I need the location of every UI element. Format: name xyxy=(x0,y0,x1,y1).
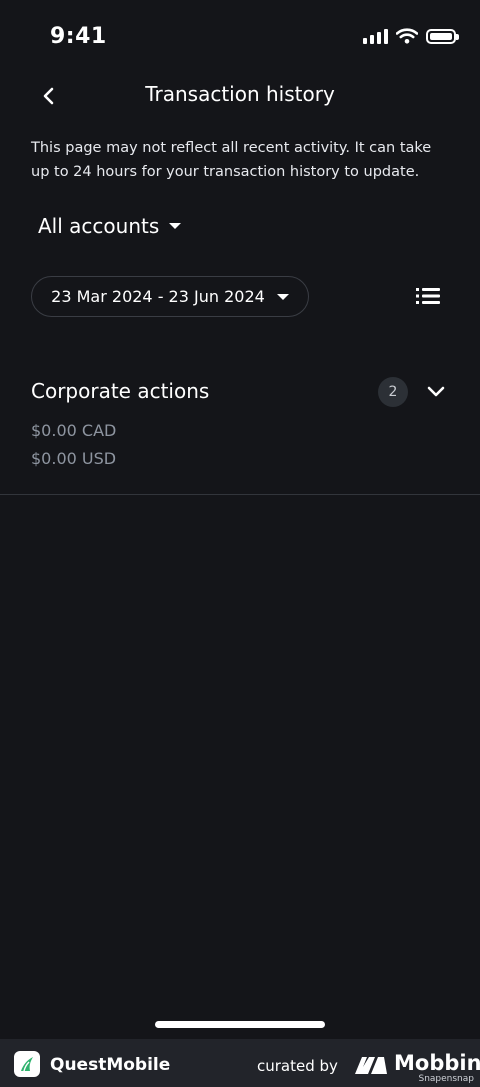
wifi-icon xyxy=(396,28,418,44)
date-range-label: 23 Mar 2024 - 23 Jun 2024 xyxy=(51,287,265,306)
status-time: 9:41 xyxy=(50,24,107,49)
divider xyxy=(0,494,480,495)
count-badge: 2 xyxy=(378,377,408,407)
footer-brand: QuestMobile xyxy=(50,1055,171,1075)
footer-curated: curated by xyxy=(257,1057,338,1075)
status-bar: 9:41 xyxy=(0,0,480,76)
list-icon[interactable] xyxy=(416,286,440,306)
signal-icon xyxy=(363,28,388,44)
chevron-down-icon[interactable] xyxy=(425,381,447,403)
caret-down-icon xyxy=(169,223,182,229)
page-title: Transaction history xyxy=(145,82,335,106)
footer-bar: QuestMobile curated by Mobbin xyxy=(0,1039,480,1087)
home-indicator[interactable] xyxy=(155,1021,325,1028)
status-icons xyxy=(363,28,459,44)
corporate-actions-row[interactable]: Corporate actions 2 xyxy=(31,376,449,408)
section-title: Corporate actions xyxy=(31,379,210,403)
notice-text: This page may not reflect all recent act… xyxy=(31,140,432,180)
caret-down-icon xyxy=(276,293,289,300)
amount-usd: $0.00 USD xyxy=(31,449,117,468)
mobbin-logo-icon xyxy=(355,1057,387,1074)
battery-icon xyxy=(426,28,459,44)
amount-cad: $0.00 CAD xyxy=(31,421,117,440)
watermark: Snapensnap xyxy=(418,1074,474,1084)
questmobile-logo-icon xyxy=(14,1051,40,1077)
nav-header: Transaction history xyxy=(0,76,480,116)
account-dropdown[interactable]: All accounts xyxy=(38,214,182,238)
account-dropdown-label: All accounts xyxy=(38,214,160,238)
date-range-dropdown[interactable]: 23 Mar 2024 - 23 Jun 2024 xyxy=(31,276,309,317)
mobbin-wordmark: Mobbin xyxy=(394,1051,480,1075)
